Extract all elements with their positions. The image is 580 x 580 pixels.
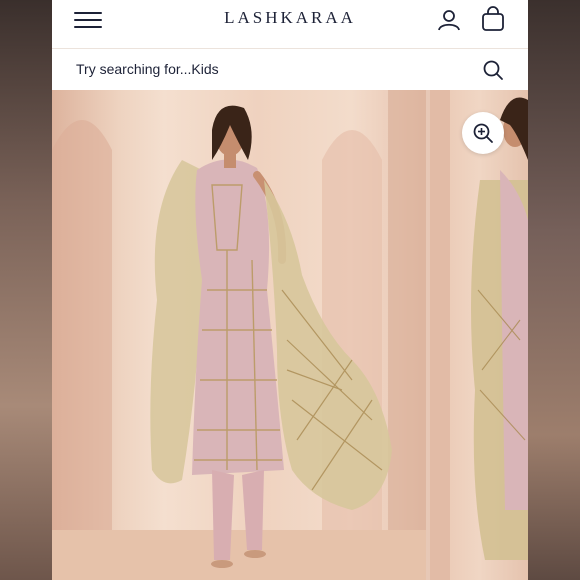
model-outfit-illustration-next	[430, 90, 528, 580]
model-outfit-illustration	[52, 90, 426, 580]
shopping-bag-icon[interactable]	[480, 6, 506, 32]
zoom-in-icon	[473, 123, 493, 143]
background-frame-right	[528, 0, 580, 580]
product-photo-next[interactable]	[430, 90, 528, 580]
mobile-page: LASHKARAA Try searching for...Kids	[52, 0, 528, 580]
search-input[interactable]: Try searching for...Kids	[76, 61, 219, 77]
zoom-in-button[interactable]	[462, 112, 504, 154]
background-frame-left	[0, 0, 52, 580]
product-photo-main[interactable]	[52, 90, 426, 580]
site-header: LASHKARAA	[52, 0, 528, 48]
product-image-gallery[interactable]	[52, 90, 528, 580]
search-bar[interactable]: Try searching for...Kids	[52, 48, 528, 91]
user-icon[interactable]	[436, 7, 462, 33]
search-icon[interactable]	[482, 59, 504, 81]
